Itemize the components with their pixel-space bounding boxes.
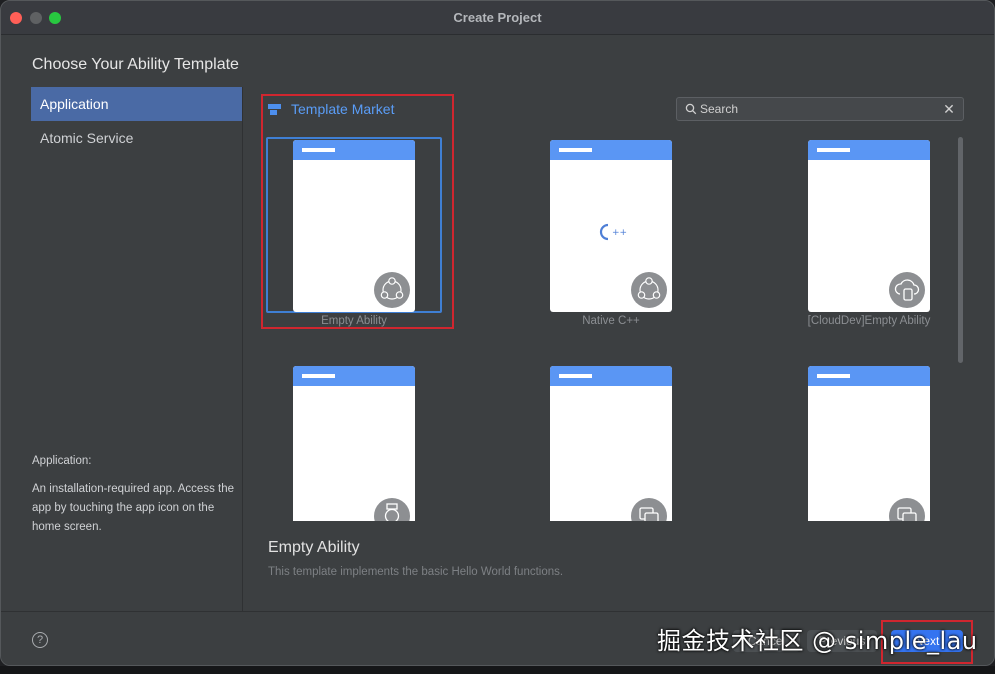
template-card-empty-ability[interactable]: Empty Ability (266, 137, 442, 327)
template-card-clouddev-empty-ability[interactable]: [CloudDev]Empty Ability (781, 137, 957, 327)
page-title: Choose Your Ability Template (32, 56, 239, 73)
template-thumbnail (293, 366, 415, 521)
category-description: Application: An installation-required ap… (32, 452, 237, 537)
template-thumbnail (550, 366, 672, 521)
create-project-window: Create Project Choose Your Ability Templ… (0, 0, 995, 666)
template-label: [CloudDev]Empty Ability (807, 315, 931, 327)
template-card-wearable[interactable] (266, 363, 442, 521)
template-panel: Template Market ✕ (243, 87, 994, 611)
template-detail-title: Empty Ability (268, 539, 360, 556)
ability-nodes-icon (374, 272, 410, 308)
template-grid[interactable]: Empty Ability ++ Native C++ [CloudDev]Em… (243, 135, 963, 521)
template-thumbnail (293, 140, 415, 312)
sidebar-item-application[interactable]: Application (31, 87, 242, 121)
watch-icon (374, 498, 410, 521)
template-card-service-card-2[interactable] (781, 363, 957, 521)
category-description-title: Application: (32, 455, 92, 467)
search-input[interactable] (700, 100, 930, 118)
template-label: Empty Ability (321, 315, 387, 327)
sidebar-item-atomic-service[interactable]: Atomic Service (31, 121, 242, 155)
template-detail-description: This template implements the basic Hello… (268, 566, 564, 578)
template-thumbnail (808, 140, 930, 312)
template-grid-scrollbar[interactable] (958, 137, 963, 363)
card-icon (889, 498, 925, 521)
template-thumbnail (808, 366, 930, 521)
clear-search-icon[interactable]: ✕ (942, 101, 956, 117)
cloud-device-icon (889, 272, 925, 308)
help-icon[interactable]: ? (32, 632, 48, 648)
template-thumbnail: ++ (550, 140, 672, 312)
window-title: Create Project (453, 10, 542, 25)
template-label: Native C++ (582, 315, 640, 327)
template-card-native-cpp[interactable]: ++ Native C++ (523, 137, 699, 327)
template-card-service-card[interactable] (523, 363, 699, 521)
title-bar: Create Project (1, 1, 994, 35)
svg-text:++: ++ (612, 228, 627, 238)
ability-nodes-icon (631, 272, 667, 308)
category-sidebar: Application Atomic Service (31, 87, 242, 155)
search-field[interactable]: ✕ (676, 97, 964, 121)
category-description-text: An installation-required app. Access the… (32, 483, 235, 533)
search-icon (685, 103, 697, 115)
cpp-logo-icon: ++ (599, 223, 627, 241)
desktop-strip (0, 666, 995, 674)
card-icon (631, 498, 667, 521)
watermark-text: 掘金技术社区 @ simple_lau (657, 627, 978, 655)
